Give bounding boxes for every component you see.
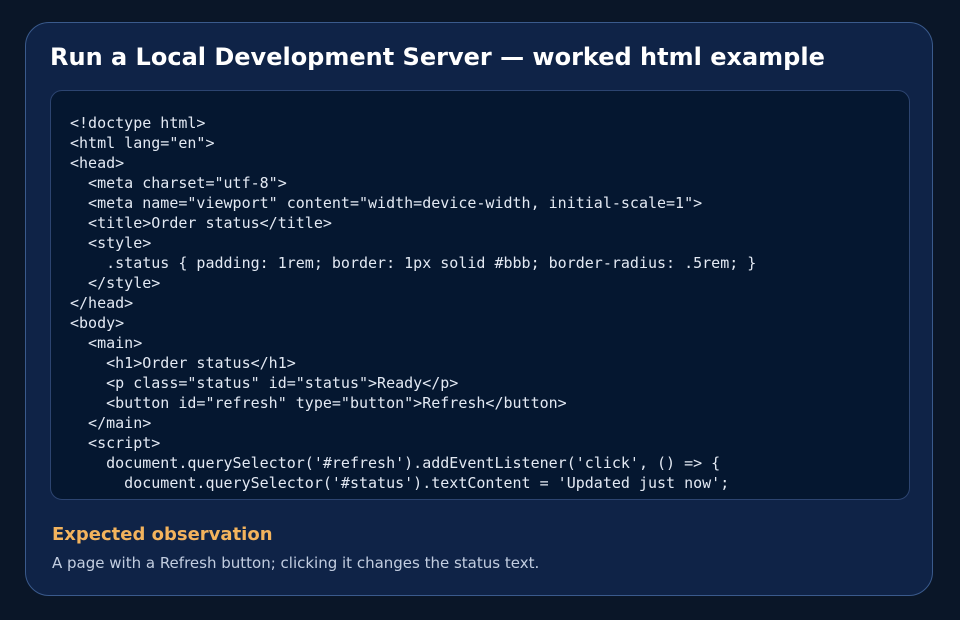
card-title: Run a Local Development Server — worked … — [50, 43, 825, 71]
observation-heading: Expected observation — [52, 524, 273, 545]
observation-text: A page with a Refresh button; clicking i… — [52, 554, 540, 572]
code-block[interactable]: <!doctype html> <html lang="en"> <head> … — [50, 90, 910, 500]
example-card: Run a Local Development Server — worked … — [25, 22, 933, 596]
code-listing: <!doctype html> <html lang="en"> <head> … — [70, 114, 757, 492]
